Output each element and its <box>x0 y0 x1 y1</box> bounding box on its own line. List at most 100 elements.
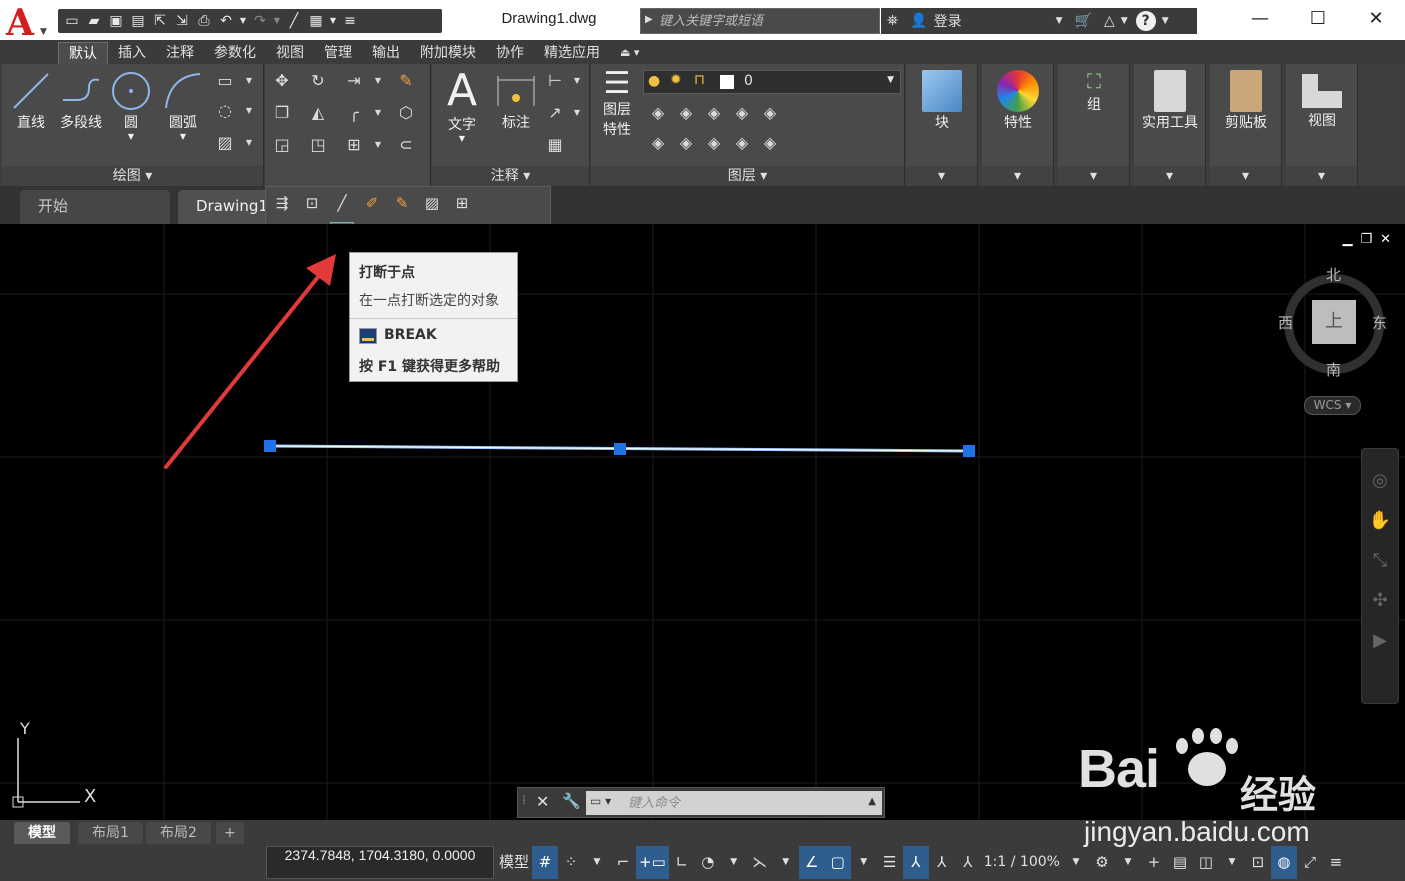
layer-tool-icon[interactable]: ◈ <box>647 102 669 124</box>
auto-scale-icon[interactable]: ⅄ <box>929 846 955 879</box>
chevron-down-icon[interactable]: ▾ <box>1058 166 1129 186</box>
line-button[interactable]: 直线 <box>8 70 54 132</box>
orbit-icon[interactable]: ✣ <box>1362 581 1398 621</box>
utilities-button[interactable]: 实用工具 <box>1136 68 1204 132</box>
chevron-down-icon[interactable]: ▼ <box>238 132 260 154</box>
blend-icon[interactable]: ✎ <box>390 191 414 215</box>
layout-tab-model[interactable]: 模型 <box>14 822 70 844</box>
workspace-icon[interactable]: ▦ <box>306 11 326 31</box>
zoom-extents-icon[interactable]: ⤡ <box>1362 541 1398 581</box>
ortho-icon[interactable]: ∟ <box>669 846 695 879</box>
model-space-toggle[interactable]: 模型 <box>496 846 532 879</box>
view-button[interactable]: 视图 <box>1288 68 1356 130</box>
login-label[interactable]: 登录 <box>934 11 962 31</box>
restore-viewport-icon[interactable]: ❐ <box>1360 232 1372 247</box>
grip-midpoint[interactable] <box>614 443 626 455</box>
draw-panel-title[interactable]: 绘图 ▾ <box>2 166 263 186</box>
chevron-right-icon[interactable]: ▶ <box>645 14 653 25</box>
layer-tool-icon[interactable]: ◈ <box>759 102 781 124</box>
close-viewport-icon[interactable]: ✕ <box>1380 232 1391 247</box>
chevron-down-icon[interactable]: ▼ <box>367 70 389 92</box>
annotation-scale-value[interactable]: 1:1 / 100% <box>981 846 1063 879</box>
properties-button[interactable]: 特性 <box>988 68 1048 132</box>
annotation-monitor-icon[interactable]: + <box>1141 846 1167 879</box>
redo-icon[interactable]: ↷ <box>250 11 270 31</box>
binoculars-icon[interactable]: ⛯ <box>881 13 904 29</box>
annotation-panel-title[interactable]: 注释 ▾ <box>432 166 589 186</box>
chevron-down-icon[interactable]: ▼ <box>238 11 248 31</box>
mirror-icon[interactable]: ◭ <box>307 102 329 124</box>
chevron-down-icon[interactable]: ▼ <box>1121 16 1128 26</box>
command-prompt-icon[interactable]: ▭ ▾ <box>590 794 622 812</box>
chevron-down-icon[interactable]: ▼ <box>367 102 389 124</box>
tab-addins[interactable]: 附加模块 <box>410 42 486 64</box>
layer-lock-icon[interactable]: ◈ <box>731 102 753 124</box>
chevron-down-icon[interactable]: ▼ <box>1115 846 1141 879</box>
object-snap-icon[interactable]: ▢ <box>824 846 851 879</box>
grid-icon[interactable]: # <box>532 846 559 879</box>
text-button[interactable]: A 文字 ▼ <box>440 68 484 144</box>
viewcube-face-top[interactable]: 上 <box>1312 300 1356 344</box>
move-icon[interactable]: ✥ <box>271 70 293 92</box>
tab-collaborate[interactable]: 协作 <box>486 42 534 64</box>
tab-manage[interactable]: 管理 <box>314 42 362 64</box>
compass-south[interactable]: 南 <box>1326 359 1341 380</box>
chevron-down-icon[interactable]: ▼ <box>328 11 338 31</box>
ribbon-toggle-icon[interactable]: ⏏ ▾ <box>610 42 649 64</box>
snap-icon[interactable]: ⁘ <box>558 846 584 879</box>
print-icon[interactable]: ⎙ <box>194 11 214 31</box>
layout-tab-layout1[interactable]: 布局1 <box>78 822 143 844</box>
polar-tracking-icon[interactable]: ◔ <box>695 846 721 879</box>
annotation-scale-icon[interactable]: ⅄ <box>955 846 981 879</box>
help-icon[interactable]: ? <box>1135 11 1156 31</box>
undo-icon[interactable]: ↶ <box>216 11 236 31</box>
wcs-menu[interactable]: WCS ▾ <box>1304 396 1361 415</box>
wrench-icon[interactable]: 🔧 <box>562 792 581 810</box>
edit-polyline-icon[interactable]: ⇶ <box>270 191 294 215</box>
rotate-icon[interactable]: ↻ <box>307 70 329 92</box>
trim-icon[interactable]: ⇥ <box>343 70 365 92</box>
layer-dropdown[interactable]: ● ✹ ⊓ 0 ▼ <box>643 70 901 94</box>
scale-icon[interactable]: ◳ <box>307 134 329 156</box>
chevron-down-icon[interactable]: ▼ <box>367 134 389 156</box>
search-input[interactable] <box>659 11 874 31</box>
copy-icon[interactable]: ❐ <box>271 102 293 124</box>
tab-parametric[interactable]: 参数化 <box>204 42 266 64</box>
chevron-down-icon[interactable]: ▼ <box>238 100 260 122</box>
workspace-gear-icon[interactable]: ⚙ <box>1089 846 1115 879</box>
compass-north[interactable]: 北 <box>1326 264 1341 285</box>
chevron-down-icon[interactable]: ▼ <box>1050 16 1069 26</box>
lineweight-icon[interactable]: ☰ <box>877 846 903 879</box>
array-icon[interactable]: ⊞ <box>343 134 365 156</box>
circle-button[interactable]: 圆 ▼ <box>108 70 154 141</box>
table-icon[interactable]: ▦ <box>544 134 566 156</box>
object-snap-tracking-icon[interactable]: ∠ <box>798 846 825 879</box>
compass-east[interactable]: 东 <box>1372 312 1387 333</box>
chevron-down-icon[interactable]: ▼ <box>1156 16 1175 26</box>
chevron-down-icon[interactable]: ▼ <box>566 70 588 92</box>
chevron-down-icon[interactable]: ▾ <box>1286 166 1357 186</box>
chevron-down-icon[interactable]: ▼ <box>566 102 588 124</box>
overkill-icon[interactable]: ✐ <box>360 191 384 215</box>
rectangle-icon[interactable]: ▭ <box>214 70 236 92</box>
open-folder-icon[interactable]: ▰ <box>84 11 104 31</box>
erase-icon[interactable]: ✎ <box>395 70 417 92</box>
chevron-down-icon[interactable]: ▼ <box>584 846 610 879</box>
dynamic-input-icon[interactable]: +▭ <box>636 846 669 879</box>
new-file-icon[interactable]: ▭ <box>62 11 82 31</box>
clipboard-button[interactable]: 剪贴板 <box>1212 68 1280 132</box>
hardware-acceleration-icon[interactable]: ◍ <box>1270 846 1297 879</box>
viewcube[interactable]: 上 北 南 西 东 <box>1278 262 1398 412</box>
close-button[interactable]: ✕ <box>1347 0 1405 40</box>
save-icon[interactable]: ▣ <box>106 11 126 31</box>
chevron-down-icon[interactable]: ▼ <box>1063 846 1089 879</box>
share-icon[interactable]: ⇲ <box>172 11 192 31</box>
tab-insert[interactable]: 插入 <box>108 42 156 64</box>
chevron-down-icon[interactable]: ▾ <box>982 166 1053 186</box>
command-input[interactable] <box>628 793 848 813</box>
arc-button[interactable]: 圆弧 ▼ <box>160 70 206 141</box>
grip-end[interactable] <box>963 445 975 457</box>
open-web-icon[interactable]: ⇱ <box>150 11 170 31</box>
layer-tool-icon[interactable]: ◈ <box>675 132 697 154</box>
infer-constraints-icon[interactable]: ⌐ <box>610 846 636 879</box>
